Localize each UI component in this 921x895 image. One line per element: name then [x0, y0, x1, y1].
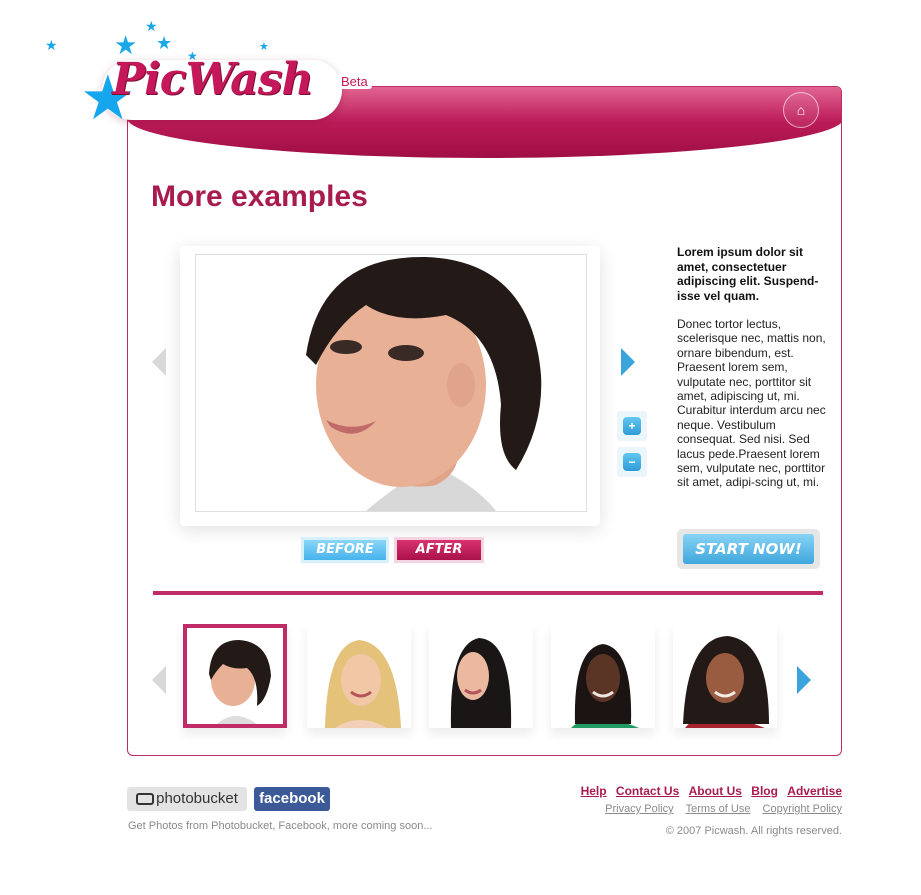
thumb-long-black-hair[interactable]	[429, 624, 533, 728]
footer-links: Help Contact Us About Us Blog Advertise	[575, 784, 842, 798]
zoom-in-icon: +	[623, 417, 641, 435]
zoom-out-icon: −	[623, 453, 641, 471]
photo-source-note: Get Photos from Photobucket, Facebook, m…	[128, 820, 433, 832]
start-now-button[interactable]: START NOW!	[677, 529, 820, 569]
policy-links: Privacy Policy Terms of Use Copyright Po…	[596, 803, 842, 815]
star-icon: ★	[45, 37, 58, 53]
thumb-dark-curly-hair[interactable]	[673, 624, 777, 728]
star-icon: ★	[145, 18, 158, 34]
photo-viewer	[195, 254, 587, 512]
page-title: More examples	[151, 180, 368, 213]
thumb-short-dark-hair[interactable]	[183, 624, 287, 728]
thumb-braids[interactable]	[551, 624, 655, 728]
photobucket-label: photobucket	[156, 790, 238, 807]
star-icon: ★	[259, 41, 269, 53]
portrait-image	[196, 255, 586, 511]
privacy-policy-link[interactable]: Privacy Policy	[605, 803, 673, 815]
logo[interactable]: PicWash	[112, 58, 313, 102]
star-icon: ★	[156, 33, 173, 53]
side-body: Donec tortor lectus, scelerisque nec, ma…	[677, 317, 826, 490]
beta-badge: Beta	[337, 74, 372, 89]
about-us-link[interactable]: About Us	[689, 784, 742, 798]
zoom-out-button[interactable]: −	[617, 447, 647, 477]
copyright-policy-link[interactable]: Copyright Policy	[763, 803, 842, 815]
facebook-button[interactable]: facebook	[254, 787, 330, 811]
advertise-link[interactable]: Advertise	[787, 784, 842, 798]
home-button[interactable]: ⌂	[783, 92, 819, 128]
help-link[interactable]: Help	[581, 784, 607, 798]
thumb-blonde[interactable]	[307, 624, 411, 728]
section-divider	[153, 591, 823, 595]
photobucket-button[interactable]: photobucket	[127, 787, 247, 811]
camera-icon	[136, 793, 155, 805]
side-heading: Lorem ipsum dolor sit amet, consectetuer…	[677, 245, 819, 303]
thumbs-next-icon[interactable]	[797, 666, 811, 694]
thumbs-prev-icon[interactable]	[152, 666, 166, 694]
home-icon: ⌂	[796, 102, 806, 118]
copyright: © 2007 Picwash. All rights reserved.	[665, 825, 842, 837]
contact-us-link[interactable]: Contact Us	[616, 784, 679, 798]
start-now-label: START NOW!	[683, 534, 814, 564]
before-button[interactable]: BEFORE	[301, 537, 389, 563]
zoom-in-button[interactable]: +	[617, 411, 647, 441]
arrow-right-icon[interactable]	[621, 348, 635, 376]
terms-of-use-link[interactable]: Terms of Use	[686, 803, 751, 815]
arrow-left-icon[interactable]	[152, 348, 166, 376]
blog-link[interactable]: Blog	[751, 784, 778, 798]
after-button[interactable]: AFTER	[394, 537, 484, 563]
